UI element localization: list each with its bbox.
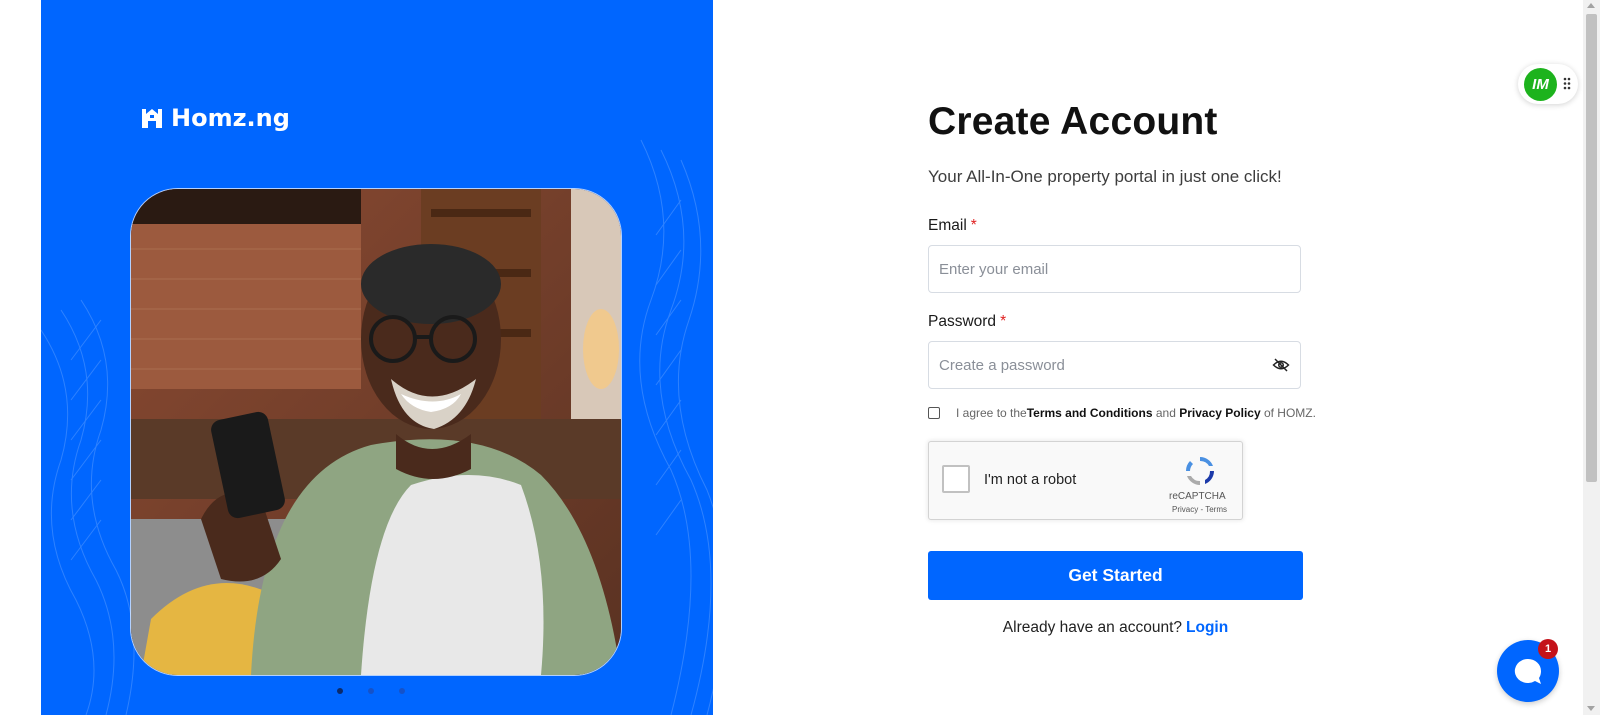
password-field-wrapper bbox=[928, 341, 1301, 389]
terms-checkbox[interactable] bbox=[928, 407, 940, 419]
terms-text: I agree to theTerms and Conditions and P… bbox=[956, 406, 1316, 420]
hero-image bbox=[130, 188, 622, 676]
hero-photo-illustration bbox=[131, 189, 621, 675]
email-label: Email * bbox=[928, 217, 977, 235]
login-prompt-text: Already have an account? bbox=[1002, 619, 1183, 636]
terms-and: and bbox=[1155, 406, 1176, 420]
email-label-text: Email bbox=[928, 217, 967, 234]
recaptcha-widget: I'm not a robot reCAPTCHA Privacy - Term… bbox=[928, 441, 1243, 520]
recaptcha-brand: reCAPTCHA bbox=[1169, 491, 1226, 502]
carousel-dot-3[interactable] bbox=[399, 688, 405, 694]
carousel-dot-1[interactable] bbox=[337, 688, 343, 694]
scroll-up-arrow-icon[interactable] bbox=[1587, 3, 1595, 8]
email-field-wrapper bbox=[928, 245, 1301, 293]
chat-icon bbox=[1514, 658, 1542, 684]
page-scrollbar[interactable] bbox=[1583, 0, 1600, 715]
login-link[interactable]: Login bbox=[1186, 619, 1228, 636]
carousel-dot-2[interactable] bbox=[368, 688, 374, 694]
recaptcha-checkbox[interactable] bbox=[942, 465, 970, 493]
im-avatar[interactable]: IM bbox=[1524, 68, 1557, 101]
eye-off-icon[interactable] bbox=[1272, 356, 1290, 374]
recaptcha-privacy-link[interactable]: Privacy bbox=[1172, 505, 1198, 514]
password-label: Password * bbox=[928, 313, 1006, 331]
email-field[interactable] bbox=[929, 246, 1269, 292]
required-mark: * bbox=[1000, 313, 1007, 330]
terms-link[interactable]: Terms and Conditions bbox=[1027, 406, 1153, 420]
left-panel: Homz.ng bbox=[41, 0, 713, 715]
get-started-button[interactable]: Get Started bbox=[928, 551, 1303, 600]
terms-prefix: I agree to the bbox=[956, 406, 1027, 420]
password-label-text: Password bbox=[928, 313, 997, 330]
im-widget[interactable]: IM bbox=[1518, 64, 1578, 104]
recaptcha-links: Privacy - Terms bbox=[1172, 505, 1227, 514]
scrollbar-thumb[interactable] bbox=[1586, 14, 1597, 482]
brand-name: Homz.ng bbox=[171, 104, 290, 132]
page-title: Create Account bbox=[928, 100, 1218, 143]
drag-grip-icon[interactable] bbox=[1563, 77, 1571, 90]
recaptcha-icon bbox=[1185, 457, 1214, 485]
brand-logo[interactable]: Homz.ng bbox=[139, 104, 290, 132]
terms-agreement: I agree to theTerms and Conditions and P… bbox=[928, 406, 1316, 420]
privacy-link[interactable]: Privacy Policy bbox=[1179, 406, 1260, 420]
homz-logo-icon bbox=[142, 109, 162, 128]
scroll-down-arrow-icon[interactable] bbox=[1587, 706, 1595, 711]
recaptcha-terms-link[interactable]: Terms bbox=[1205, 505, 1227, 514]
terms-suffix: of HOMZ. bbox=[1263, 406, 1316, 420]
recaptcha-separator: - bbox=[1200, 505, 1204, 514]
required-mark: * bbox=[970, 217, 977, 234]
recaptcha-label: I'm not a robot bbox=[984, 472, 1077, 488]
password-field[interactable] bbox=[929, 342, 1269, 388]
login-prompt: Already have an account? Login bbox=[928, 619, 1303, 637]
chat-notification-badge: 1 bbox=[1538, 639, 1558, 659]
page-subtitle: Your All-In-One property portal in just … bbox=[928, 167, 1282, 186]
